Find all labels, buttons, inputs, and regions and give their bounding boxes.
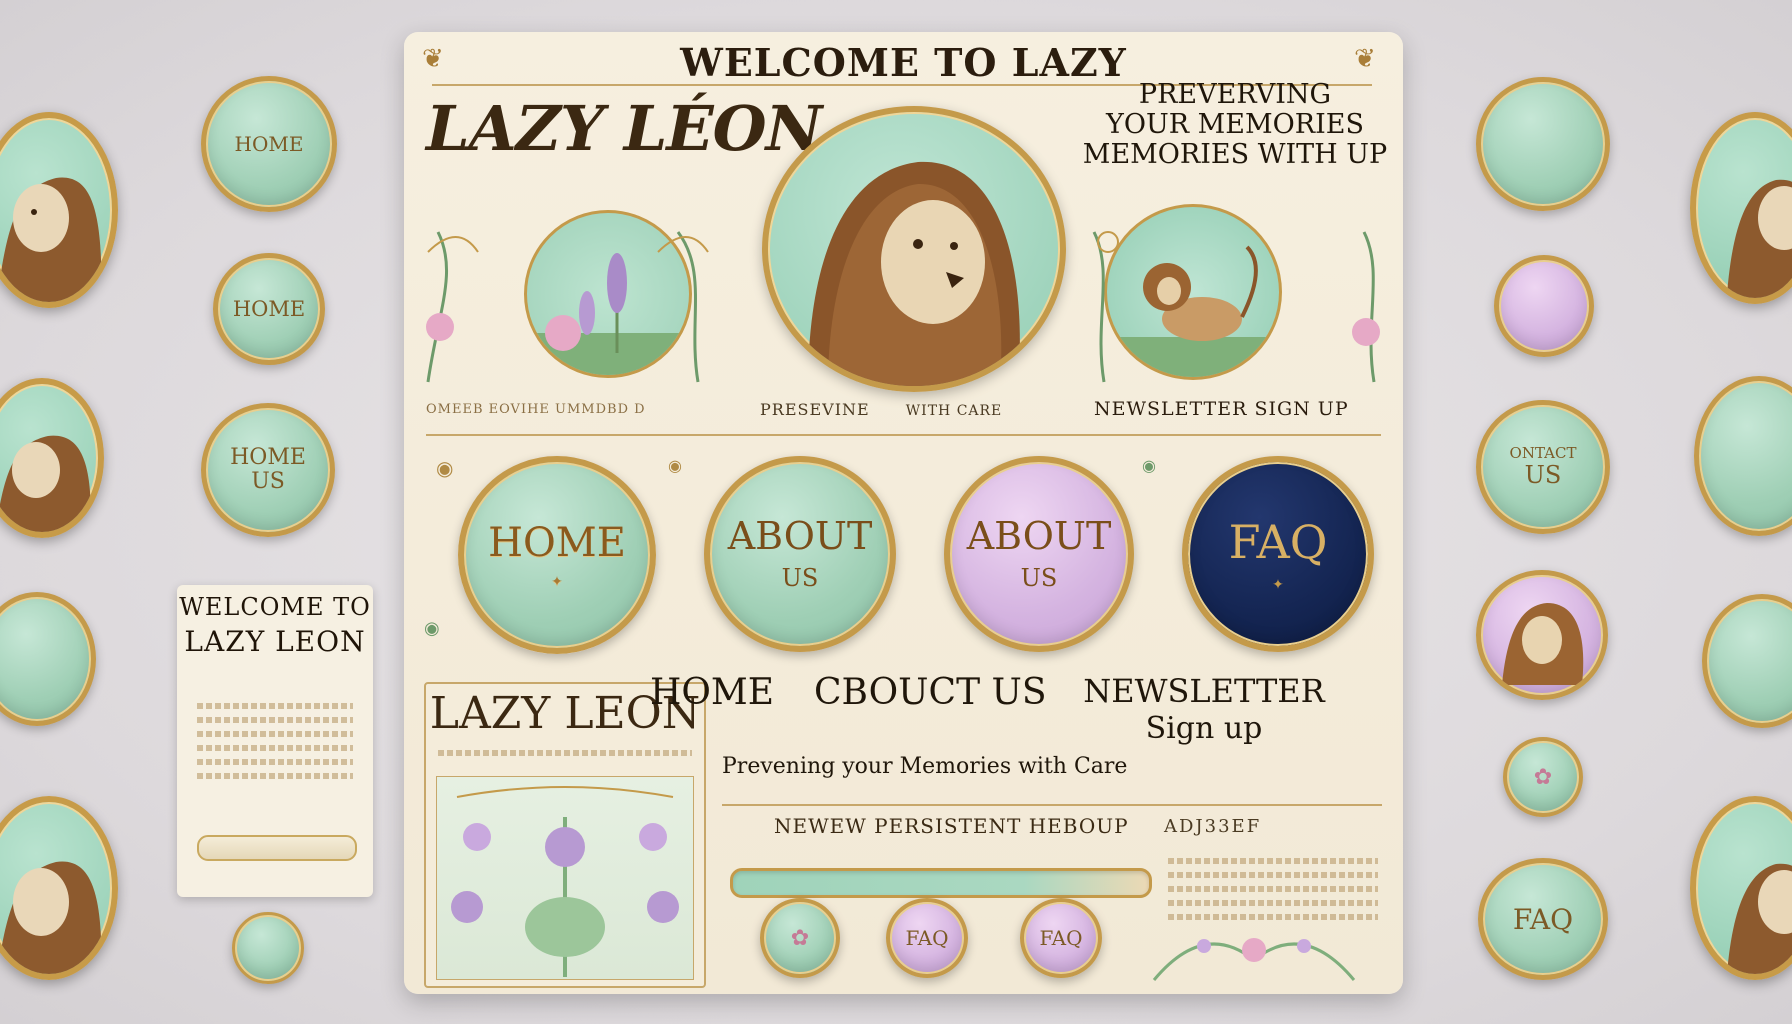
dot-ornament-2: ◉ [668, 456, 682, 475]
side-home-button-2[interactable]: HOME [213, 253, 325, 365]
tagline-line1: PREVERVING [1138, 79, 1332, 110]
contact-label-2: US [1524, 460, 1562, 489]
lion-medallion-left-2 [0, 378, 104, 538]
right-button-1[interactable] [1476, 77, 1610, 211]
lion-medallion-right-1 [1690, 112, 1792, 304]
contact-us-button[interactable]: ONTACT US [1476, 400, 1610, 534]
right-edge-button-1[interactable] [1694, 376, 1792, 536]
site-logo: LAZY LÉON [426, 92, 822, 165]
floral-pattern-panel [436, 776, 694, 980]
small-faq-button-1[interactable]: FAQ [886, 898, 968, 978]
lion-medallion-right-2 [1690, 796, 1792, 980]
subnav-preserving[interactable]: PRESEVINE WITH CARE [760, 400, 1002, 419]
floral-ornament-bottom-right [1152, 938, 1356, 981]
menu-tagline-text: Prevening your Memories with Care [722, 754, 1128, 779]
lion-head-icon [1502, 603, 1584, 685]
lazy-leon-card: LAZY LEON [424, 682, 706, 988]
side-home-us-label-1: HOME [230, 444, 306, 470]
faq-button[interactable]: FAQ ✦ [1182, 456, 1374, 652]
fleur-icon-faq: ✦ [1272, 577, 1284, 593]
menu-newsletter-line1: NEWSLETTER [1083, 672, 1325, 710]
welcome-card: WELCOME TO LAZY LEON [177, 585, 373, 897]
right-lion-button[interactable] [1476, 570, 1608, 700]
subnav-center-text: PRESEVINE [760, 400, 870, 419]
form-side-label: ADJ33EF [1164, 816, 1262, 837]
side-home-button-1[interactable]: HOME [201, 76, 337, 212]
welcome-card-line2: LAZY LEON [184, 625, 366, 658]
main-board: ❦ ❦ WELCOME TO LAZY LAZY LÉON PREVERVING… [404, 32, 1403, 994]
dot-ornament-1: ◉ [436, 456, 454, 480]
right-faq-label: FAQ [1512, 902, 1574, 936]
subnav-left-text[interactable]: OMEEB EOVIHE UMMDBD D [426, 402, 646, 417]
menu-newsletter-line2: Sign up [1145, 711, 1263, 746]
contact-label-1: ONTACT [1509, 443, 1577, 462]
subnav-center-small: WITH CARE [905, 403, 1003, 419]
newsletter-input[interactable] [730, 868, 1152, 898]
vine-ornament-right [1092, 231, 1380, 383]
side-home-us-label-2: US [251, 469, 285, 494]
small-faq-label-2: FAQ [1039, 926, 1083, 950]
small-faq-button-2[interactable]: FAQ [1020, 898, 1102, 978]
subnav-newsletter[interactable]: NEWSLETTER SIGN UP [1094, 398, 1349, 420]
welcome-card-input[interactable] [197, 835, 357, 861]
side-small-button-bottom[interactable] [232, 912, 304, 984]
small-faq-label-1: FAQ [905, 926, 949, 950]
side-button-blank-left[interactable] [0, 592, 96, 726]
tagline-line2: YOUR MEMORIES [1106, 109, 1364, 140]
about-button-label-2: ABOUT [966, 514, 1112, 559]
welcome-card-line1: WELCOME TO [179, 593, 371, 621]
lion-medallion-left-3 [0, 796, 118, 980]
small-flower-button[interactable]: ✿ [760, 898, 840, 978]
about-button-sub-1: US [781, 564, 819, 593]
about-button-label-1: ABOUT [727, 514, 873, 559]
about-button-sub-2: US [1020, 564, 1058, 593]
right-faq-button[interactable]: FAQ [1478, 858, 1608, 980]
tagline: PREVERVING YOUR MEMORIES MEMORIES WITH U… [1070, 80, 1400, 170]
vine-ornament-left [426, 231, 709, 383]
dot-ornament-4: ◉ [424, 618, 440, 639]
right-small-button[interactable]: ✿ [1503, 737, 1583, 817]
about-us-button-lavender[interactable]: ABOUT US [944, 456, 1134, 652]
side-home-us-button[interactable]: HOME US [201, 403, 335, 537]
faq-button-label: FAQ [1228, 515, 1328, 569]
side-home-label-2: HOME [232, 297, 306, 321]
flower-icon: ✿ [1533, 764, 1553, 790]
home-button[interactable]: HOME ✦ [458, 456, 656, 654]
menu-about-text[interactable]: CBOUCT US [814, 672, 1047, 713]
form-label: NEWEW PERSISTENT HEBOUP [774, 814, 1129, 838]
home-button-label: HOME [488, 520, 626, 566]
about-us-button-mint[interactable]: ABOUT US [704, 456, 896, 652]
lion-medallion-left-1 [0, 112, 118, 308]
flower-icon-small: ✿ [790, 925, 810, 951]
side-home-label-1: HOME [234, 132, 304, 156]
dot-ornament-3: ◉ [1142, 456, 1156, 475]
lion-medallion-center [762, 106, 1066, 392]
tagline-line3: MEMORIES WITH UP [1082, 139, 1388, 170]
menu-newsletter-text[interactable]: NEWSLETTER Sign up [1024, 672, 1384, 748]
right-button-2[interactable] [1494, 255, 1594, 357]
fleur-icon: ✦ [551, 574, 563, 590]
menu-home-text[interactable]: HOME [650, 672, 774, 713]
right-edge-button-2[interactable] [1702, 594, 1792, 728]
